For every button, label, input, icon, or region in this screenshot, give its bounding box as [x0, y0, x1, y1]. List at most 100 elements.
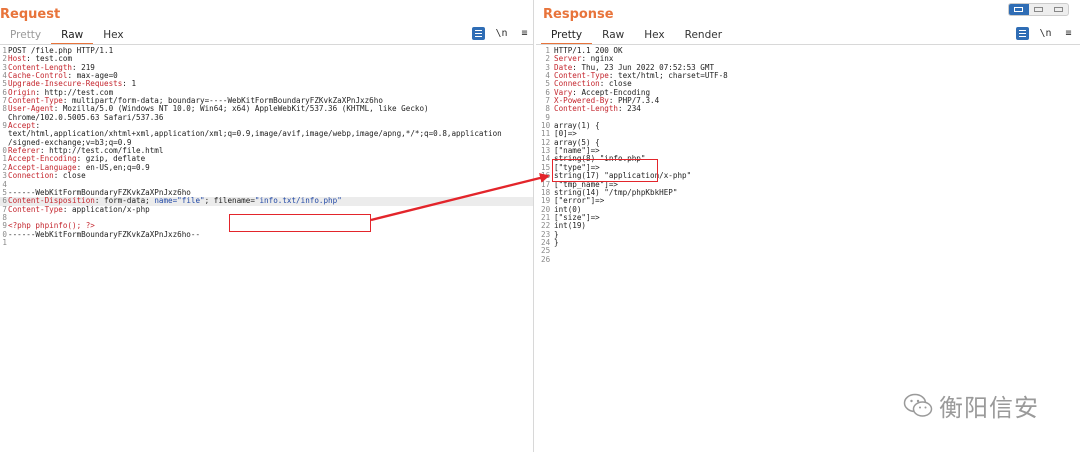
- request-pane: Request Pretty Raw Hex \n ≡ 1 POST /file.…: [0, 0, 534, 452]
- line-text: [0]=>: [554, 130, 577, 139]
- code-line: 26: [541, 256, 1080, 264]
- code-line: 13 ["name"]=>: [541, 147, 1080, 155]
- watermark: 衡阳信安: [903, 388, 1039, 423]
- request-tab-pretty[interactable]: Pretty: [0, 27, 51, 45]
- line-number: 19: [541, 197, 551, 206]
- code-line: 9: [541, 114, 1080, 122]
- code-line: 10 array(1) {: [541, 122, 1080, 130]
- code-line: text/html,application/xhtml+xml,applicat…: [0, 130, 533, 138]
- line-number: 1: [2, 47, 7, 55]
- request-tab-raw[interactable]: Raw: [51, 27, 94, 45]
- line-text: int(0): [554, 205, 582, 214]
- line-number: 8: [2, 213, 7, 222]
- wechat-icon: [903, 393, 933, 417]
- split-horizontal-layout-icon[interactable]: [1009, 4, 1029, 15]
- line-number: 20: [541, 205, 551, 214]
- line-number: 10: [541, 122, 551, 131]
- code-line: Chrome/102.0.5005.63 Safari/537.36: [0, 114, 533, 122]
- code-line: 4: [0, 181, 533, 189]
- line-number: 5: [2, 80, 7, 89]
- code-line: 18 string(14) "/tmp/phpKbkHEP": [541, 189, 1080, 197]
- code-line: 12 array(5) {: [541, 139, 1080, 147]
- code-line: 3 Content-Length: 219: [0, 64, 533, 72]
- code-line: 4 Cache-Control: max-age=0: [0, 72, 533, 80]
- code-line: 7 Content-Type: multipart/form-data; boun…: [0, 97, 533, 105]
- code-line: 7 X-Powered-By: PHP/7.3.4: [541, 97, 1080, 105]
- line-number: 1: [2, 238, 7, 247]
- line-number: 1: [2, 155, 7, 164]
- response-tab-pretty[interactable]: Pretty: [541, 27, 593, 45]
- code-line: 19 ["error"]=>: [541, 197, 1080, 205]
- line-number: 4: [545, 72, 550, 81]
- line-number: 4: [2, 180, 7, 189]
- line-number: 12: [541, 138, 551, 147]
- code-line: 5 Connection: close: [541, 80, 1080, 88]
- code-line: 25: [541, 247, 1080, 255]
- line-number: [0, 114, 8, 122]
- pretty-print-icon[interactable]: [1016, 27, 1029, 40]
- code-line: 11 [0]=>: [541, 130, 1080, 138]
- line-number: 25: [541, 247, 551, 256]
- code-line: 8 User-Agent: Mozilla/5.0 (Windows NT 10.…: [0, 105, 533, 113]
- line-number: 3: [545, 63, 550, 72]
- line-number: 9: [545, 113, 550, 122]
- request-tab-hex[interactable]: Hex: [93, 27, 133, 45]
- line-number: 9: [2, 222, 7, 231]
- code-line: 5 ------WebKitFormBoundaryFZKvkZaXPnJxz6h…: [0, 189, 533, 197]
- code-line: 2 Accept-Language: en-US,en;q=0.9: [0, 164, 533, 172]
- line-text: text/html,application/xhtml+xml,applicat…: [8, 130, 502, 139]
- code-line: 21 ["size"]=>: [541, 214, 1080, 222]
- line-number: 13: [541, 147, 551, 156]
- line-text: int(19): [554, 222, 587, 231]
- line-text: ------WebKitFormBoundaryFZKvkZaXPnJxz6ho: [8, 188, 191, 197]
- line-number: 7: [2, 97, 7, 106]
- request-tabs: Pretty Raw Hex: [0, 27, 134, 45]
- line-text: Content-Length: 219: [8, 63, 95, 72]
- line-text: array(5) {: [554, 138, 600, 147]
- pretty-print-icon[interactable]: [472, 27, 485, 40]
- layout-toggle-group: [1008, 3, 1069, 16]
- line-number: 2: [2, 163, 7, 172]
- response-tab-raw[interactable]: Raw: [592, 27, 634, 45]
- newline-toggle-button[interactable]: \n: [1039, 27, 1052, 40]
- line-text: /signed-exchange;v=b3;q=0.9: [8, 138, 132, 147]
- response-tab-render[interactable]: Render: [675, 27, 732, 45]
- line-number: 2: [2, 55, 7, 64]
- menu-icon[interactable]: ≡: [518, 27, 531, 40]
- response-tab-hex[interactable]: Hex: [634, 27, 674, 45]
- code-line: 1 HTTP/1.1 200 OK: [541, 47, 1080, 55]
- code-line: 22 int(19): [541, 222, 1080, 230]
- code-line: /signed-exchange;v=b3;q=0.9: [0, 139, 533, 147]
- split-vertical-layout-icon[interactable]: [1029, 4, 1049, 15]
- code-line: 20 int(0): [541, 206, 1080, 214]
- line-number: 11: [541, 130, 551, 139]
- line-number: 21: [541, 213, 551, 222]
- watermark-text: 衡阳信安: [939, 394, 1039, 422]
- line-text: Server: nginx: [554, 55, 614, 64]
- line-number: 7: [2, 205, 7, 214]
- line-number: 7: [545, 97, 550, 106]
- code-line: 4 Content-Type: text/html; charset=UTF-8: [541, 72, 1080, 80]
- line-text: Content-Disposition: form-data; name="fi…: [8, 197, 342, 206]
- line-number: 3: [2, 172, 7, 181]
- code-line: 1 Accept-Encoding: gzip, deflate: [0, 155, 533, 163]
- menu-icon[interactable]: ≡: [1062, 27, 1075, 40]
- line-text: Upgrade-Insecure-Requests: 1: [8, 80, 137, 89]
- name-field-highlight-box: [552, 159, 658, 182]
- code-line: 23}: [541, 231, 1080, 239]
- line-text: X-Powered-By: PHP/7.3.4: [554, 97, 660, 106]
- line-number: 18: [541, 188, 551, 197]
- line-number: 22: [541, 222, 551, 231]
- newline-toggle-button[interactable]: \n: [495, 27, 508, 40]
- line-text: Vary: Accept-Encoding: [554, 88, 651, 97]
- line-text: array(1) {: [554, 122, 600, 131]
- code-line: 1 POST /file.php HTTP/1.1: [0, 47, 533, 55]
- response-editor-divider: [536, 44, 1080, 45]
- single-tab-layout-icon[interactable]: [1048, 4, 1068, 15]
- line-number: 4: [2, 72, 7, 81]
- response-editor[interactable]: 1 HTTP/1.1 200 OK 2 Server: nginx 3 Date: Thu…: [541, 47, 1080, 264]
- code-line: 2 Host: test.com: [0, 55, 533, 63]
- code-line: 8 Content-Length: 234: [541, 105, 1080, 113]
- line-number: 0: [2, 147, 7, 156]
- code-line: 2 Server: nginx: [541, 55, 1080, 63]
